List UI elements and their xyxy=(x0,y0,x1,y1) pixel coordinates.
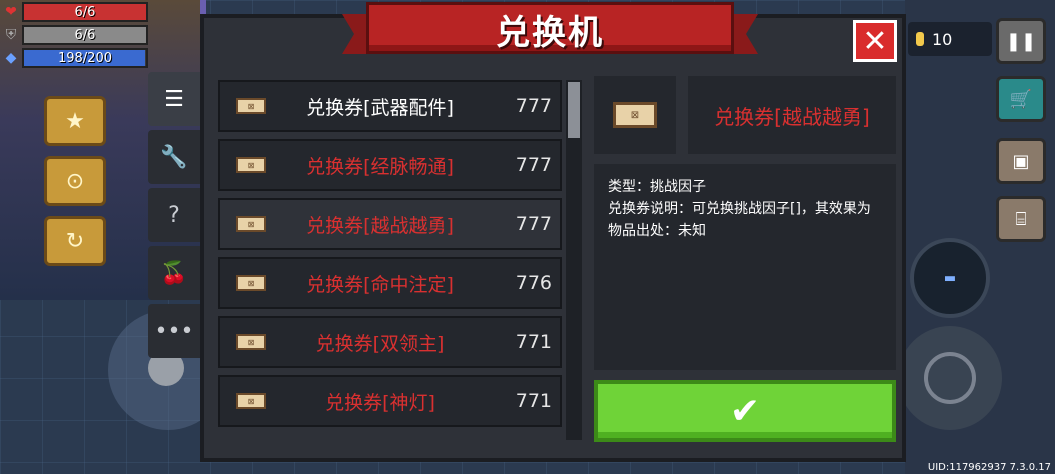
hp-bar: 6/6 xyxy=(22,2,148,22)
ticket-icon: ⊠ xyxy=(236,334,266,350)
detail-icon-box: ⊠ xyxy=(594,76,676,154)
more-icon: ••• xyxy=(154,318,194,344)
player-stats: ❤ 6/6 ⛨ 6/6 ◆ 198/200 xyxy=(0,2,152,71)
ticket-icon: ⊠ xyxy=(236,157,266,173)
hp-row: ❤ 6/6 xyxy=(0,2,152,22)
item-name: 兑换券[武器配件] xyxy=(306,96,454,119)
location-button[interactable]: ⊙ xyxy=(44,156,106,206)
ticket-icon: ⊠ xyxy=(236,98,266,114)
category-tabs: ☰ 🔧 ? 🍒 ••• xyxy=(148,72,200,362)
detail-type: 类型：挑战因子 xyxy=(608,179,706,195)
shield-icon: ⛨ xyxy=(5,27,17,43)
voucher-list: ⊠ 兑换券[武器配件] 777 ⊠ 兑换券[经脉畅通] 777 ⊠ 兑换券[越战… xyxy=(218,80,562,440)
close-icon: ✕ xyxy=(862,23,888,59)
close-button[interactable]: ✕ xyxy=(853,20,897,62)
item-count: 776 xyxy=(515,272,552,294)
coin-icon xyxy=(916,32,924,46)
list-item[interactable]: ⊠ 兑换券[神灯] 771 xyxy=(218,375,562,427)
heart-icon: ❤ xyxy=(5,4,17,20)
diamond-icon: ◆ xyxy=(5,50,17,66)
question-icon: ? xyxy=(168,202,180,228)
energy-row: ◆ 198/200 xyxy=(0,48,152,68)
item-count: 777 xyxy=(515,95,552,117)
scrollbar-thumb[interactable] xyxy=(568,82,580,138)
wrench-icon: 🔧 xyxy=(160,144,188,170)
pause-button[interactable]: ❚❚ xyxy=(996,18,1046,64)
checkmark-icon: ✔ xyxy=(729,390,761,432)
tab-parts[interactable]: 🔧 xyxy=(148,130,200,184)
attack-button[interactable] xyxy=(898,326,1002,430)
armor-row: ⛨ 6/6 xyxy=(0,25,152,45)
tab-unknown[interactable]: ? xyxy=(148,188,200,242)
tab-list[interactable]: ☰ xyxy=(148,72,200,126)
list-item[interactable]: ⊠ 兑换券[双领主] 771 xyxy=(218,316,562,368)
list-item[interactable]: ⊠ 兑换券[经脉畅通] 777 xyxy=(218,139,562,191)
detail-title: 兑换券[越战越勇] xyxy=(688,76,896,154)
weapon-switch-button[interactable]: ▬ xyxy=(910,238,990,318)
detail-item-name: 兑换券[越战越勇] xyxy=(714,104,870,129)
star-button[interactable]: ★ xyxy=(44,96,106,146)
ticket-icon: ⊠ xyxy=(236,393,266,409)
ticket-icon: ⊠ xyxy=(236,275,266,291)
coin-counter: 10 xyxy=(908,22,992,56)
title-banner: 兑换机 xyxy=(342,0,758,58)
armor-bar: 6/6 xyxy=(22,25,148,45)
item-count: 777 xyxy=(515,154,552,176)
hp-text: 6/6 xyxy=(74,4,96,20)
list-item[interactable]: ⊠ 兑换券[命中注定] 776 xyxy=(218,257,562,309)
item-name: 兑换券[双领主] xyxy=(315,332,445,355)
list-scrollbar[interactable] xyxy=(566,80,582,440)
id-card-icon: ▣ xyxy=(1012,150,1030,172)
ticket-icon: ⊠ xyxy=(613,102,657,128)
detail-source: 物品出处：未知 xyxy=(608,223,706,239)
shop-button[interactable]: 🛒 xyxy=(996,76,1046,122)
item-name: 兑换券[命中注定] xyxy=(306,273,454,296)
pause-icon: ❚❚ xyxy=(1005,30,1037,52)
list-icon: ☰ xyxy=(164,86,184,112)
profile-button[interactable]: ▣ xyxy=(996,138,1046,184)
crosshair-icon xyxy=(924,352,976,404)
stairs-icon: ⌸ xyxy=(1015,208,1027,230)
star-icon: ★ xyxy=(65,108,85,134)
item-count: 771 xyxy=(515,390,552,412)
tab-plants[interactable]: 🍒 xyxy=(148,246,200,300)
page-title: 兑换机 xyxy=(496,12,604,53)
gun-icon: ▬ xyxy=(943,270,957,286)
refresh-button[interactable]: ↻ xyxy=(44,216,106,266)
detail-explanation: 兑换券说明：可兑换挑战因子[]，其效果为 xyxy=(608,201,871,217)
detail-description: 类型：挑战因子 兑换券说明：可兑换挑战因子[]，其效果为 物品出处：未知 xyxy=(594,164,896,370)
item-count: 777 xyxy=(515,213,552,235)
energy-bar: 198/200 xyxy=(22,48,148,68)
tab-more[interactable]: ••• xyxy=(148,304,200,358)
armor-text: 6/6 xyxy=(74,27,96,43)
list-item[interactable]: ⊠ 兑换券[武器配件] 777 xyxy=(218,80,562,132)
list-item-selected[interactable]: ⊠ 兑换券[越战越勇] 777 xyxy=(218,198,562,250)
cart-icon: 🛒 xyxy=(1009,88,1033,110)
cherry-icon: 🍒 xyxy=(160,260,188,286)
confirm-button[interactable]: ✔ xyxy=(594,380,896,442)
stairs-button[interactable]: ⌸ xyxy=(996,196,1046,242)
item-name: 兑换券[越战越勇] xyxy=(306,214,454,237)
energy-text: 198/200 xyxy=(57,50,112,66)
location-pin-icon: ⊙ xyxy=(65,168,85,194)
coin-count: 10 xyxy=(932,29,953,49)
item-name: 兑换券[经脉畅通] xyxy=(306,155,454,178)
item-name: 兑换券[神灯] xyxy=(325,391,435,414)
ticket-icon: ⊠ xyxy=(236,216,266,232)
item-count: 771 xyxy=(515,331,552,353)
uid-text: UID:117962937 7.3.0.17 xyxy=(927,462,1051,473)
refresh-icon: ↻ xyxy=(65,228,85,254)
